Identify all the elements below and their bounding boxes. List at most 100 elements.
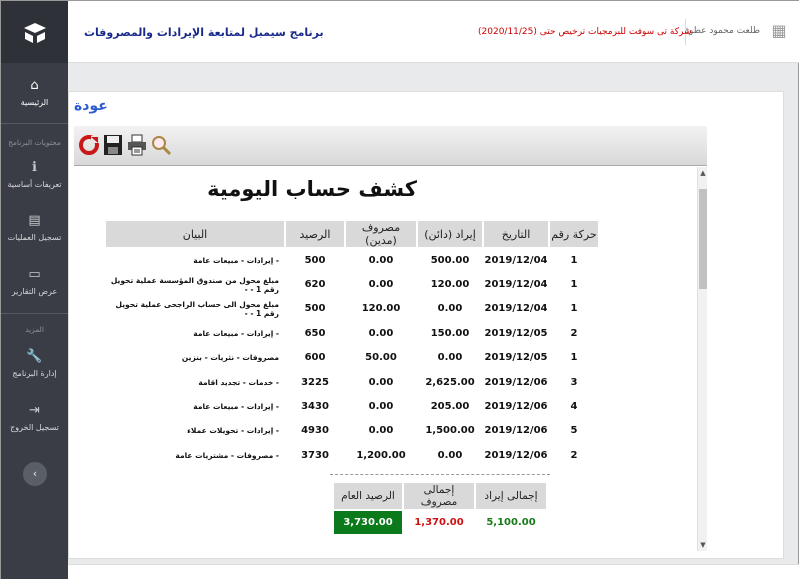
search-icon — [152, 136, 172, 156]
row-no: 2 — [570, 449, 578, 461]
row-description: - إيرادات - مبيعات عامة — [193, 256, 279, 266]
sidebar-item-definitions[interactable]: ℹ تعريفات أساسية — [1, 160, 68, 190]
row-balance: 4930 — [301, 425, 329, 437]
sidebar-item-operations[interactable]: ▤ تسجيل العمليات — [1, 213, 68, 243]
total-balance-value: 3,730.00 — [332, 509, 404, 536]
logo-icon — [23, 23, 46, 43]
col-balance: الرصيد — [284, 219, 346, 249]
total-income-value: 5,100.00 — [474, 509, 548, 536]
logout-icon: ⇥ — [29, 403, 40, 418]
content-panel: عودة كشف حساب اليومية حركة رقم التاريخ إ… — [68, 91, 784, 559]
company-license: شركة تى سوفت للبرمجيات ترخيص حتى (2020/1… — [478, 27, 692, 37]
row-date: 2019/12/06 — [484, 401, 548, 413]
row-credit: 2,625.00 — [425, 376, 475, 388]
row-credit: 150.00 — [430, 327, 470, 339]
report-area: كشف حساب اليومية حركة رقم التاريخ إيراد … — [74, 167, 697, 551]
row-date: 2019/12/04 — [484, 303, 548, 315]
row-balance: 500 — [304, 255, 326, 267]
sidebar-item-admin[interactable]: 🔧 إدارة البرنامج — [1, 349, 68, 379]
col-credit: إيراد (دائن) — [416, 219, 484, 249]
row-date: 2019/12/05 — [484, 352, 548, 364]
row-balance: 620 — [304, 279, 326, 291]
row-no: 3 — [570, 376, 578, 388]
scroll-thumb[interactable] — [699, 189, 707, 289]
row-no: 1 — [570, 255, 578, 267]
col-no: حركة رقم — [548, 219, 600, 249]
totals-value-row: 5,100.00 1,370.00 3,730.00 — [332, 509, 548, 536]
info-icon: ℹ — [32, 160, 37, 175]
refresh-icon — [79, 135, 99, 155]
row-credit: 0.00 — [437, 352, 463, 364]
table-row: 2 2019/12/05 150.00 0.00 650 - إيرادات - مبيع… — [105, 321, 599, 345]
row-debit: 0.00 — [368, 279, 394, 291]
wrench-icon: 🔧 — [26, 349, 43, 364]
user-info[interactable]: ▦ طلعت محمود عطوة — [684, 20, 790, 42]
row-description: - إيرادات - تحويلات عملاء — [187, 426, 279, 436]
table-row: 3 2019/12/06 2,625.00 0.00 3225 - خدمات - تجد… — [105, 370, 599, 394]
chevron-left-icon: ‹ — [32, 467, 38, 480]
row-description: - مصروفات - مشتريات عامة — [175, 450, 279, 460]
app-logo[interactable] — [1, 1, 68, 63]
save-button[interactable] — [102, 134, 124, 158]
table-row: 1 2019/12/04 0.00 120.00 500 مبلغ محول الى حس… — [105, 297, 599, 321]
total-expense-value: 1,370.00 — [402, 509, 476, 536]
sidebar-item-logout[interactable]: ⇥ تسجيل الخروج — [1, 403, 68, 433]
sidebar-divider — [1, 123, 68, 124]
sidebar-item-reports[interactable]: ▭ عرض التقارير — [1, 267, 68, 297]
back-link[interactable]: عودة — [74, 98, 108, 114]
col-description: البيان — [104, 219, 286, 249]
user-avatar-icon: ▦ — [771, 21, 787, 40]
search-button[interactable] — [150, 134, 172, 158]
row-no: 1 — [570, 352, 578, 364]
print-button[interactable] — [126, 134, 148, 158]
row-debit: 0.00 — [368, 255, 394, 267]
table-header-row: حركة رقم التاريخ إيراد (دائن) مصروف (مدي… — [104, 219, 600, 249]
row-description: مصروفات - نثريات - بنزين — [181, 353, 279, 363]
table-row: 1 2019/12/04 120.00 0.00 620 مبلغ محول من صند… — [105, 272, 599, 296]
scroll-down-icon[interactable]: ▼ — [698, 541, 708, 549]
refresh-button[interactable] — [78, 134, 100, 158]
totals-header-row: إجمالى إيراد إجمالى مصروف الرصيد العام — [332, 481, 548, 511]
row-debit: 0.00 — [368, 425, 394, 437]
table-row: 1 2019/12/05 0.00 50.00 600 مصروفات - نثريات … — [105, 346, 599, 370]
print-icon — [128, 134, 146, 156]
row-debit: 0.00 — [368, 376, 394, 388]
row-description: مبلغ محول من صندوق المؤسسة عملية تحويل ر… — [110, 275, 279, 294]
row-no: 1 — [570, 303, 578, 315]
report-title: كشف حساب اليومية — [207, 177, 417, 201]
report-toolbar — [74, 126, 707, 166]
row-date: 2019/12/06 — [484, 449, 548, 461]
app-window: ⌂ الرئيسية محتويات البرنامج ℹ تعريفات أس… — [0, 0, 799, 579]
row-no: 2 — [570, 327, 578, 339]
sidebar-item-home[interactable]: ⌂ الرئيسية — [1, 79, 68, 108]
row-debit: 0.00 — [368, 327, 394, 339]
document-icon: ▤ — [28, 213, 41, 228]
row-balance: 500 — [304, 303, 326, 315]
row-debit: 50.00 — [365, 352, 397, 364]
row-debit: 1,200.00 — [356, 449, 406, 461]
table-row: 1 2019/12/04 500.00 0.00 500 - إيرادات - مبيع… — [105, 248, 599, 272]
row-no: 1 — [570, 279, 578, 291]
row-credit: 0.00 — [437, 303, 463, 315]
totals-table: إجمالى إيراد إجمالى مصروف الرصيد العام 5… — [332, 481, 548, 536]
sidebar-section-contents: محتويات البرنامج — [8, 138, 61, 147]
report-icon: ▭ — [28, 267, 41, 282]
top-header: ▦ طلعت محمود عطوة شركة تى سوفت للبرمجيات… — [68, 1, 799, 63]
row-credit: 120.00 — [430, 279, 470, 291]
row-credit: 1,500.00 — [425, 425, 475, 437]
total-balance-label: الرصيد العام — [332, 481, 404, 511]
table-row: 4 2019/12/06 205.00 0.00 3430 - إيرادات - مبي… — [105, 394, 599, 418]
report-scrollbar[interactable]: ▲ ▼ — [697, 167, 707, 551]
sidebar-section-more: المزيد — [25, 325, 44, 334]
row-balance: 3430 — [301, 401, 329, 413]
row-no: 5 — [570, 425, 578, 437]
save-icon — [104, 135, 122, 155]
row-balance: 3730 — [301, 449, 329, 461]
transactions-table: حركة رقم التاريخ إيراد (دائن) مصروف (مدي… — [104, 219, 600, 468]
sidebar-collapse-button[interactable]: ‹ — [23, 462, 47, 486]
footer-bar — [68, 564, 799, 579]
total-expense-label: إجمالى مصروف — [402, 481, 476, 511]
row-balance: 3225 — [301, 376, 329, 388]
scroll-up-icon[interactable]: ▲ — [698, 169, 708, 177]
sidebar: ⌂ الرئيسية محتويات البرنامج ℹ تعريفات أس… — [1, 1, 68, 579]
